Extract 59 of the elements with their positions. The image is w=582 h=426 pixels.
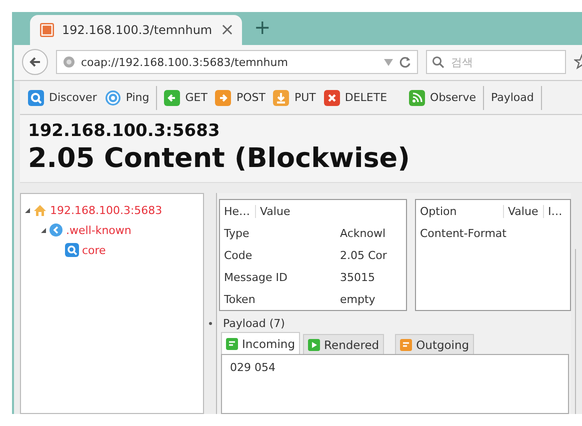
new-tab-button[interactable]: + [254,14,271,39]
column-header[interactable]: Value [256,204,376,218]
table-cell-text: Token [223,292,256,306]
payload-title: Payload (7) [222,316,286,332]
search-icon [432,56,444,68]
house-icon [33,204,47,216]
table-cell-text: empty [339,292,376,306]
favicon-icon [40,22,54,37]
toolbar-button[interactable]: POST [211,84,270,110]
globe-icon [63,56,75,68]
toolbar-button[interactable]: GET [160,84,212,110]
address-bar[interactable]: coap://192.168.100.3:5683/temnhum [56,50,418,74]
column-header[interactable]: I… [544,204,570,218]
target-icon [104,90,121,106]
payload-tab[interactable]: Rendered [303,334,384,354]
tree-item[interactable]: 192.168.100.3:5683 [25,200,199,220]
download-icon [273,90,290,106]
payload-text: 029 054 [230,361,276,374]
dropdown-icon [384,58,393,66]
response-status: 2.05 Content (Blockwise) [28,143,411,174]
inbox-icon [226,338,238,350]
tree-item[interactable]: .well-known [41,220,199,240]
back-button[interactable] [22,49,48,76]
toolbar-button[interactable]: PUT [269,84,320,110]
toolbar-button[interactable]: Discover [24,84,101,110]
toolbar-button[interactable]: DELETE [320,84,392,110]
tree-label: .well-known [66,224,132,236]
magnifier-icon [28,90,44,106]
close-tab-button[interactable]: × [220,20,234,40]
outbox-icon [400,338,412,350]
browser-tab[interactable]: 192.168.100.3/temnhum × [30,14,242,45]
cross-icon [324,90,340,106]
payload-tab[interactable]: Incoming [221,332,300,354]
payload-tab[interactable]: Outgoing [395,334,474,354]
table-cell-text: Message ID [223,270,288,284]
host-address: 192.168.100.3:5683 [28,121,221,141]
tree-label: core [82,244,106,256]
back-arrow-icon [29,56,41,68]
reload-icon [399,56,411,68]
table-cell-text: Type [223,226,250,240]
table-cell-text: 35015 [339,270,376,284]
table-cell-text: Code [223,248,254,262]
tree-item[interactable]: core [57,240,199,260]
table-cell-text: Acknowl [339,226,387,240]
tab-title: 192.168.100.3/temnhum [62,22,212,37]
toolbar-button[interactable]: Payload [486,84,538,110]
rss-icon [409,90,426,106]
column-header[interactable]: Option [416,204,504,218]
column-header[interactable]: He… [220,204,256,218]
magnifier-icon [65,243,79,257]
toolbar-button[interactable]: Observe [405,84,480,110]
table-cell-text: 2.05 Cor [339,248,388,262]
toolbar-button[interactable]: Ping [100,84,154,110]
search-field[interactable]: 검색 [426,50,566,74]
expanded-icon[interactable] [25,208,30,212]
play-icon [308,338,320,350]
column-header[interactable]: Value [504,204,544,218]
table-cell-text: Content-Format [419,226,508,240]
tree-label: 192.168.100.3:5683 [50,204,162,216]
